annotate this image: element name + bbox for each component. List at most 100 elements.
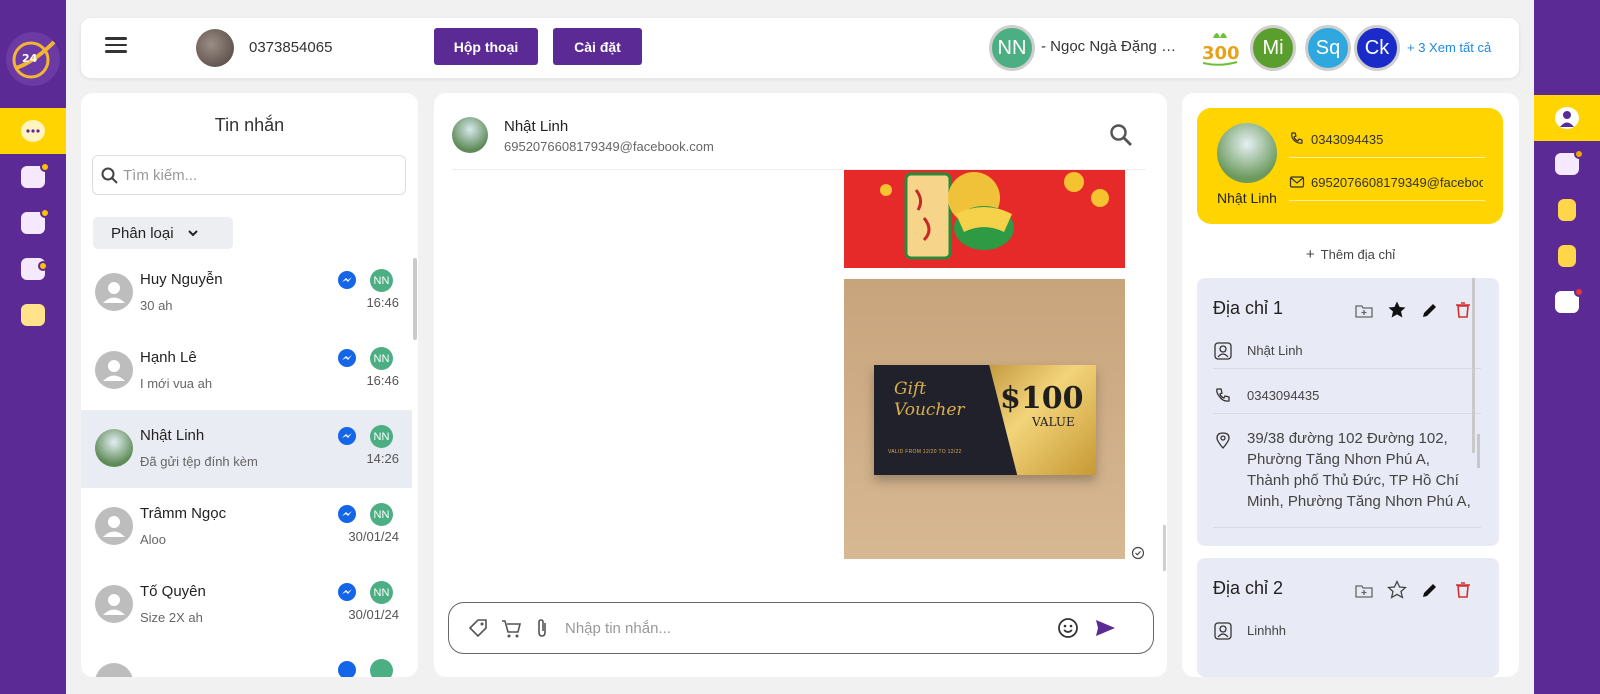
customer-phone: 0343094435 [1311, 132, 1384, 147]
svg-text:24: 24 [22, 52, 38, 65]
delete-icon[interactable] [1453, 300, 1473, 320]
chat-scrollbar[interactable] [1163, 525, 1166, 571]
menu-icon[interactable] [105, 37, 127, 59]
page-avatar-ck[interactable]: Ck [1354, 25, 1400, 71]
settings-button[interactable]: Cài đặt [553, 28, 642, 65]
image-attachment-gift-voucher[interactable]: Gift Voucher $100 VALUE VALID FROM 12/20 … [844, 279, 1125, 559]
mail-icon [21, 162, 50, 188]
address-name-row: Linhhh [1213, 621, 1481, 649]
conversation-time: 16:46 [366, 373, 399, 388]
page-badge [370, 659, 393, 677]
send-icon[interactable] [1094, 617, 1116, 639]
page-badge: NN [370, 425, 393, 448]
edit-pencil-icon[interactable] [1420, 580, 1440, 600]
voucher-valid-text: VALID FROM 12/20 TO 12/22 [888, 449, 962, 455]
conversation-time: 14:26 [366, 451, 399, 466]
filter-dropdown[interactable]: Phân loại [93, 217, 233, 249]
folder-add-icon[interactable] [1354, 581, 1374, 601]
rail-mail[interactable] [0, 154, 66, 200]
page-avatar-sq[interactable]: Sq [1305, 25, 1351, 71]
conversation-snippet: I mới vua ah [140, 376, 213, 391]
conversations-button[interactable]: Hộp thoại [434, 28, 538, 65]
chat-bubble-icon [21, 120, 45, 142]
rail-chat[interactable] [0, 108, 66, 154]
image-attachment-god-of-wealth[interactable] [844, 170, 1125, 268]
messenger-icon [338, 427, 356, 445]
address-detail-text: 39/38 đường 102 Đường 102, Phường Tăng N… [1247, 430, 1471, 510]
chat-contact-email: 6952076608179349@facebook.com [504, 139, 714, 154]
rail-notes[interactable] [0, 292, 66, 338]
rail-add-order[interactable] [1534, 141, 1600, 187]
address-card-1: Địa chỉ 1 Nhật Linh 0343094435 39/38 đườ… [1197, 278, 1499, 546]
chat-panel: Nhật Linh 6952076608179349@facebook.com … [434, 93, 1167, 677]
contact-avatar [95, 429, 133, 467]
star-outline-icon[interactable] [1387, 580, 1407, 600]
attachment-icon[interactable] [531, 617, 553, 639]
orders-icon [21, 258, 48, 280]
delete-icon[interactable] [1453, 580, 1473, 600]
cart-add-icon[interactable] [500, 617, 522, 639]
conversation-item[interactable]: Huy Nguyễn 30 ah NN 16:46 [81, 254, 412, 332]
page-badge: NN [370, 503, 393, 526]
conversation-item-selected[interactable]: Nhật Linh Đã gửi tệp đính kèm NN 14:26 [81, 410, 412, 488]
rail-clipboard-2[interactable] [1534, 233, 1600, 279]
see-all-pages-link[interactable]: + 3 Xem tất cả [1407, 40, 1491, 55]
address-recipient-phone: 0343094435 [1247, 388, 1320, 403]
address-recipient-name: Nhật Linh [1247, 343, 1303, 358]
search-icon[interactable] [1108, 122, 1134, 148]
messenger-icon [338, 271, 356, 289]
emoji-icon[interactable] [1057, 617, 1079, 639]
conversation-search-input[interactable] [123, 164, 393, 186]
rail-contacts[interactable] [0, 200, 66, 246]
conversation-item[interactable]: Hạnh Lê I mới vua ah NN 16:46 [81, 332, 412, 410]
address-title: Địa chỉ 2 [1213, 578, 1284, 598]
page-avatar-mi[interactable]: Mi [1250, 25, 1296, 71]
account-avatar [196, 29, 234, 67]
email-icon [1289, 176, 1305, 188]
voucher-voucher-text: Voucher [894, 400, 965, 420]
message-input[interactable] [565, 617, 1045, 639]
page-badge: NN [370, 581, 393, 604]
default-avatar-icon [95, 663, 133, 677]
messenger-icon [338, 583, 356, 601]
voucher-amount: $100 [1000, 381, 1084, 416]
star-filled-icon[interactable] [1387, 300, 1407, 320]
conversation-item-partial[interactable] [81, 644, 412, 677]
customer-avatar [1217, 123, 1277, 183]
app-logo[interactable]: 24 [6, 32, 60, 86]
edit-pencil-icon[interactable] [1420, 300, 1440, 320]
messenger-icon [338, 349, 356, 367]
customer-info-panel: Nhật Linh 0343094435 6952076608179349@fa… [1182, 93, 1519, 677]
conversation-scrollbar[interactable] [413, 258, 417, 340]
conversation-list-title: Tin nhắn [214, 115, 285, 135]
address-recipient-name: Linhhh [1247, 623, 1287, 638]
rail-clipboard-1[interactable] [1534, 187, 1600, 233]
default-avatar-icon [95, 273, 133, 311]
add-address-button[interactable]: + Thêm địa chỉ [1182, 246, 1519, 263]
customer-phone-row[interactable]: 0343094435 [1289, 122, 1485, 158]
customer-email-row[interactable]: 6952076608179349@facebook.com [1289, 165, 1485, 201]
rail-report[interactable] [1534, 279, 1600, 325]
address-title: Địa chỉ 1 [1213, 298, 1284, 318]
contact-icon [1214, 622, 1232, 640]
info-panel-scrollbar[interactable] [1472, 278, 1475, 453]
filter-label: Phân loại [111, 224, 174, 242]
tag-icon[interactable] [467, 617, 489, 639]
conversation-search[interactable] [92, 155, 406, 195]
rail-orders[interactable] [0, 246, 66, 292]
customer-email: 6952076608179349@facebook.com [1311, 175, 1483, 190]
conversation-item[interactable]: Tố Quyên Size 2X ah NN 30/01/24 [81, 566, 412, 644]
seen-check-icon [1131, 546, 1145, 560]
page-badge: NN [370, 347, 393, 370]
page-badge: NN [370, 269, 393, 292]
address-card-2: Địa chỉ 2 Linhhh [1197, 558, 1499, 677]
page-300-logo[interactable]: 300 [1199, 26, 1241, 68]
active-page-avatar[interactable]: NN [989, 25, 1035, 71]
address-detail-scrollbar[interactable] [1477, 434, 1480, 468]
voucher-gift-text: Gift [894, 379, 927, 399]
conversation-item[interactable]: Trâmm Ngọc Aloo NN 30/01/24 [81, 488, 412, 566]
folder-add-icon[interactable] [1354, 301, 1374, 321]
rail-customer[interactable] [1534, 95, 1600, 141]
phone-icon [1291, 132, 1303, 144]
message-composer [448, 602, 1154, 654]
